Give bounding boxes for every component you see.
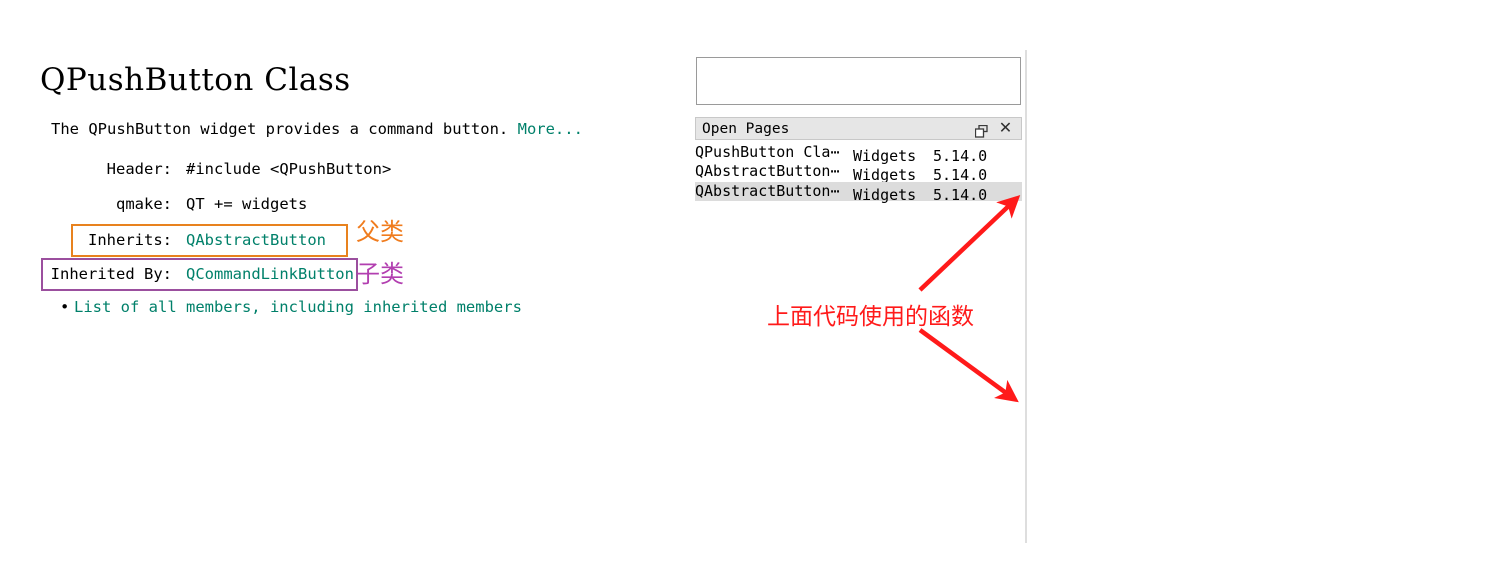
page-title: QPushButton Class: [40, 62, 351, 98]
more-link[interactable]: More...: [518, 120, 583, 138]
info-label-header: Header:: [106, 160, 172, 178]
documentation-panel: QPushButton Class The QPushButton widget…: [0, 0, 668, 563]
bullet-icon: •: [60, 298, 70, 316]
sidebar-panel: Open Pages ✕ QPushButton Cla⋯ Widgets 5.14…: [668, 0, 1026, 563]
annotation-functions-used: 上面代码使用的函数: [767, 304, 974, 330]
filter-input[interactable]: [696, 57, 1021, 105]
inherits-highlight-box: [71, 224, 348, 257]
page-name: QPushButton Cla⋯: [695, 143, 840, 161]
annotation-child-class: 子类: [356, 260, 404, 288]
members-panel: Public Slots voidanimateClick(int msec =…: [1026, 0, 1503, 563]
class-brief-description: The QPushButton widget provides a comman…: [51, 120, 583, 138]
open-pages-header: Open Pages ✕: [695, 117, 1022, 140]
info-value-qmake: QT += widgets: [186, 195, 308, 213]
close-icon[interactable]: ✕: [998, 120, 1013, 137]
annotation-parent-class: 父类: [356, 218, 404, 246]
all-members-link[interactable]: List of all members, including inherited…: [74, 298, 522, 316]
list-item[interactable]: QAbstractButton⋯ Widgets 5.14.0: [695, 162, 1022, 184]
list-item: • List of all members, including inherite…: [60, 298, 522, 316]
info-value-header: #include <QPushButton>: [186, 160, 392, 178]
page-name: QAbstractButton⋯: [695, 162, 840, 180]
page-module: Widgets: [853, 186, 917, 204]
open-pages-title: Open Pages: [702, 121, 790, 137]
list-item[interactable]: QPushButton Cla⋯ Widgets 5.14.0: [695, 143, 1022, 165]
info-row-header: Header: #include <QPushButton>: [44, 160, 392, 178]
info-label-qmake: qmake:: [116, 195, 172, 213]
float-restore-icon[interactable]: [974, 123, 988, 138]
info-row-qmake: qmake: QT += widgets: [44, 195, 307, 213]
brief-text: The QPushButton widget provides a comman…: [51, 120, 509, 138]
page-name: QAbstractButton⋯: [695, 182, 840, 200]
page-version: 5.14.0: [933, 186, 988, 204]
list-item[interactable]: QAbstractButton⋯ Widgets 5.14.0: [695, 182, 1022, 204]
inherited-by-highlight-box: [41, 258, 358, 291]
